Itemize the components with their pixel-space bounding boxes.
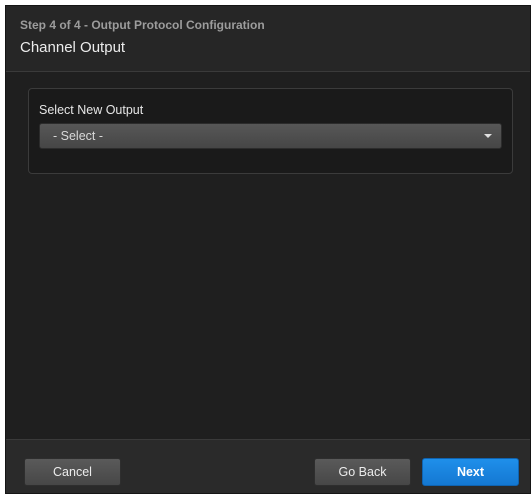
output-select-dropdown[interactable]: - Select - [39,123,502,149]
cancel-button[interactable]: Cancel [24,458,121,486]
go-back-button[interactable]: Go Back [314,458,411,486]
select-value: - Select - [53,129,104,143]
step-indicator: Step 4 of 4 - Output Protocol Configurat… [20,18,265,32]
wizard-dialog: Step 4 of 4 - Output Protocol Configurat… [5,5,531,494]
dialog-title: Channel Output [20,39,126,56]
output-selection-panel: Select New Output - Select - [28,88,513,174]
next-button[interactable]: Next [422,458,519,486]
chevron-down-icon [484,134,492,138]
dialog-header: Step 4 of 4 - Output Protocol Configurat… [6,6,530,72]
dialog-footer: Cancel Go Back Next [6,439,530,493]
select-output-label: Select New Output [39,103,144,117]
